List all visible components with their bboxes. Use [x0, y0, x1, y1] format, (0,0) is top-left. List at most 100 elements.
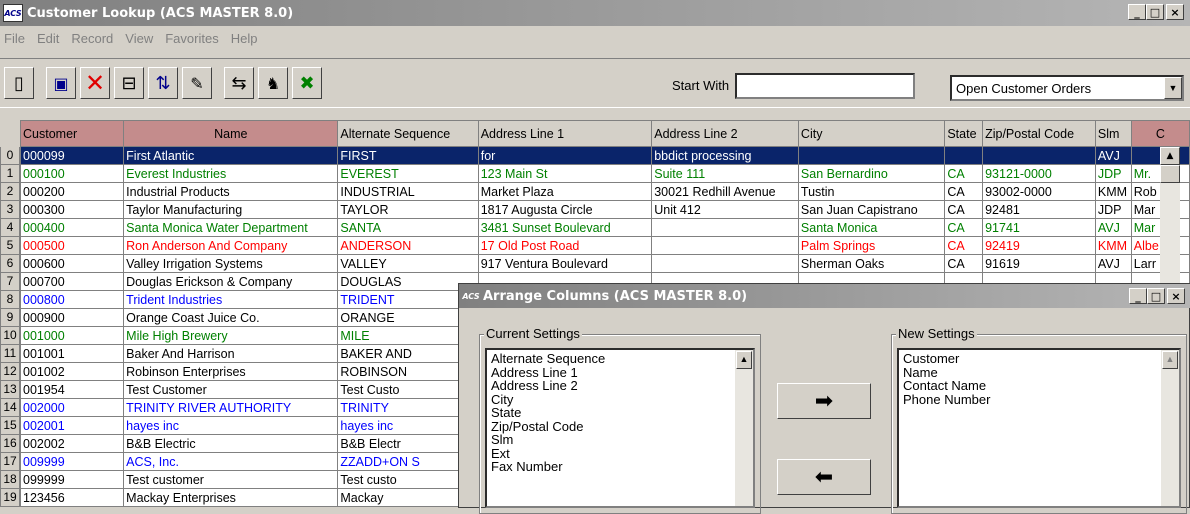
- list-item[interactable]: Customer: [903, 352, 1175, 366]
- row-number[interactable]: 19: [0, 489, 20, 507]
- list-item[interactable]: Phone Number: [903, 392, 1175, 407]
- table-cell[interactable]: ANDERSON: [337, 236, 479, 255]
- table-cell[interactable]: Robinson Enterprises: [123, 362, 339, 381]
- table-cell[interactable]: KMM: [1094, 182, 1132, 201]
- row-number[interactable]: 9: [0, 309, 20, 327]
- table-cell[interactable]: ACS, Inc.: [123, 452, 339, 471]
- table-row[interactable]: 000100 Everest Industries EVEREST 123 Main …: [19, 164, 1190, 183]
- list-item[interactable]: Zip/Postal Code: [491, 419, 749, 434]
- table-cell[interactable]: 001000: [19, 326, 125, 345]
- table-cell[interactable]: 917 Ventura Boulevard: [477, 254, 653, 273]
- table-cell[interactable]: 002001: [19, 416, 125, 435]
- save-button[interactable]: ▣: [46, 67, 76, 99]
- view-select[interactable]: Open Customer Orders ▼: [950, 75, 1184, 101]
- table-cell[interactable]: 000099: [19, 146, 125, 165]
- delete-button[interactable]: ✕: [80, 67, 110, 99]
- insert-column-button[interactable]: ⊟: [114, 67, 144, 99]
- row-number[interactable]: 11: [0, 345, 20, 363]
- table-cell[interactable]: Trident Industries: [123, 290, 339, 309]
- table-cell[interactable]: 000700: [19, 272, 125, 291]
- table-cell[interactable]: 30021 Redhill Avenue: [651, 182, 799, 201]
- table-cell[interactable]: for: [477, 146, 653, 165]
- table-cell[interactable]: 000400: [19, 218, 125, 237]
- table-cell[interactable]: INDUSTRIAL: [337, 182, 479, 201]
- table-cell[interactable]: Suite 111: [651, 164, 799, 183]
- table-cell[interactable]: San Juan Capistrano: [797, 200, 946, 219]
- table-cell[interactable]: CA: [944, 254, 984, 273]
- table-cell[interactable]: Valley Irrigation Systems: [123, 254, 339, 273]
- table-cell[interactable]: Tustin: [797, 182, 946, 201]
- column-header[interactable]: Customer: [19, 120, 125, 147]
- table-cell[interactable]: JDP: [1094, 200, 1132, 219]
- table-cell[interactable]: 000300: [19, 200, 125, 219]
- table-cell[interactable]: Test Customer: [123, 380, 339, 399]
- table-cell[interactable]: CA: [944, 182, 984, 201]
- table-cell[interactable]: 002000: [19, 398, 125, 417]
- table-cell[interactable]: 000200: [19, 182, 125, 201]
- table-cell[interactable]: TAYLOR: [337, 200, 479, 219]
- row-number[interactable]: 6: [0, 255, 20, 273]
- table-cell[interactable]: 001954: [19, 380, 125, 399]
- scroll-up-icon[interactable]: ▲: [1162, 351, 1178, 369]
- current-settings-list[interactable]: Alternate Sequence Address Line 1 Address …: [485, 348, 755, 508]
- table-cell[interactable]: SANTA: [337, 218, 479, 237]
- table-cell[interactable]: 92419: [982, 236, 1096, 255]
- dialog-maximize-button[interactable]: □: [1147, 288, 1165, 304]
- table-cell[interactable]: 000600: [19, 254, 125, 273]
- menu-record[interactable]: Record: [71, 31, 113, 46]
- table-cell[interactable]: Santa Monica Water Department: [123, 218, 339, 237]
- table-cell[interactable]: [982, 146, 1096, 165]
- table-cell[interactable]: Mackay Enterprises: [123, 488, 339, 507]
- column-header[interactable]: Name: [123, 120, 339, 147]
- row-number[interactable]: 12: [0, 363, 20, 381]
- table-row[interactable]: 000400 Santa Monica Water Department SANTA…: [19, 218, 1190, 237]
- dialog-close-button[interactable]: ×: [1167, 288, 1185, 304]
- table-cell[interactable]: Palm Springs: [797, 236, 946, 255]
- list-item[interactable]: Name: [903, 365, 1175, 380]
- table-cell[interactable]: [797, 146, 946, 165]
- column-header[interactable]: Address Line 1: [477, 120, 653, 147]
- table-cell[interactable]: Unit 412: [651, 200, 799, 219]
- table-cell[interactable]: AVJ: [1094, 218, 1132, 237]
- row-number[interactable]: 4: [0, 219, 20, 237]
- table-cell[interactable]: Test customer: [123, 470, 339, 489]
- column-header[interactable]: Alternate Sequence: [337, 120, 479, 147]
- list-item[interactable]: Slm: [491, 433, 749, 447]
- menu-view[interactable]: View: [125, 31, 153, 46]
- table-cell[interactable]: 000800: [19, 290, 125, 309]
- row-number[interactable]: 7: [0, 273, 20, 291]
- list-item[interactable]: State: [491, 406, 749, 420]
- table-cell[interactable]: hayes inc: [123, 416, 339, 435]
- list-item[interactable]: Ext: [491, 446, 749, 461]
- table-cell[interactable]: Industrial Products: [123, 182, 339, 201]
- table-cell[interactable]: 000900: [19, 308, 125, 327]
- scroll-up-icon[interactable]: ▲: [1160, 147, 1180, 165]
- table-cell[interactable]: Baker And Harrison: [123, 344, 339, 363]
- table-cell[interactable]: 91619: [982, 254, 1096, 273]
- row-number[interactable]: 18: [0, 471, 20, 489]
- table-cell[interactable]: 91741: [982, 218, 1096, 237]
- arrange-columns-button[interactable]: ⇅: [148, 67, 178, 99]
- start-with-input[interactable]: [735, 73, 915, 99]
- row-number[interactable]: 16: [0, 435, 20, 453]
- table-cell[interactable]: 92481: [982, 200, 1096, 219]
- list-item[interactable]: Address Line 2: [491, 379, 749, 393]
- column-header[interactable]: Address Line 2: [651, 120, 799, 147]
- table-row[interactable]: 000600 Valley Irrigation Systems VALLEY 917…: [19, 254, 1190, 273]
- find-button[interactable]: ♞: [258, 67, 288, 99]
- maximize-button[interactable]: □: [1146, 4, 1164, 20]
- scroll-thumb[interactable]: [1160, 165, 1180, 183]
- remove-column-button[interactable]: ⬅: [777, 459, 871, 495]
- table-cell[interactable]: 099999: [19, 470, 125, 489]
- menu-edit[interactable]: Edit: [37, 31, 59, 46]
- add-column-button[interactable]: ➡: [777, 383, 871, 419]
- table-cell[interactable]: Everest Industries: [123, 164, 339, 183]
- list-item[interactable]: Contact Name: [903, 379, 1175, 393]
- table-cell[interactable]: CA: [944, 200, 984, 219]
- table-cell[interactable]: CA: [944, 164, 984, 183]
- new-list-scrollbar[interactable]: ▲: [1161, 350, 1179, 506]
- row-number[interactable]: 2: [0, 183, 20, 201]
- table-cell[interactable]: KMM: [1094, 236, 1132, 255]
- row-number[interactable]: 8: [0, 291, 20, 309]
- row-number[interactable]: 5: [0, 237, 20, 255]
